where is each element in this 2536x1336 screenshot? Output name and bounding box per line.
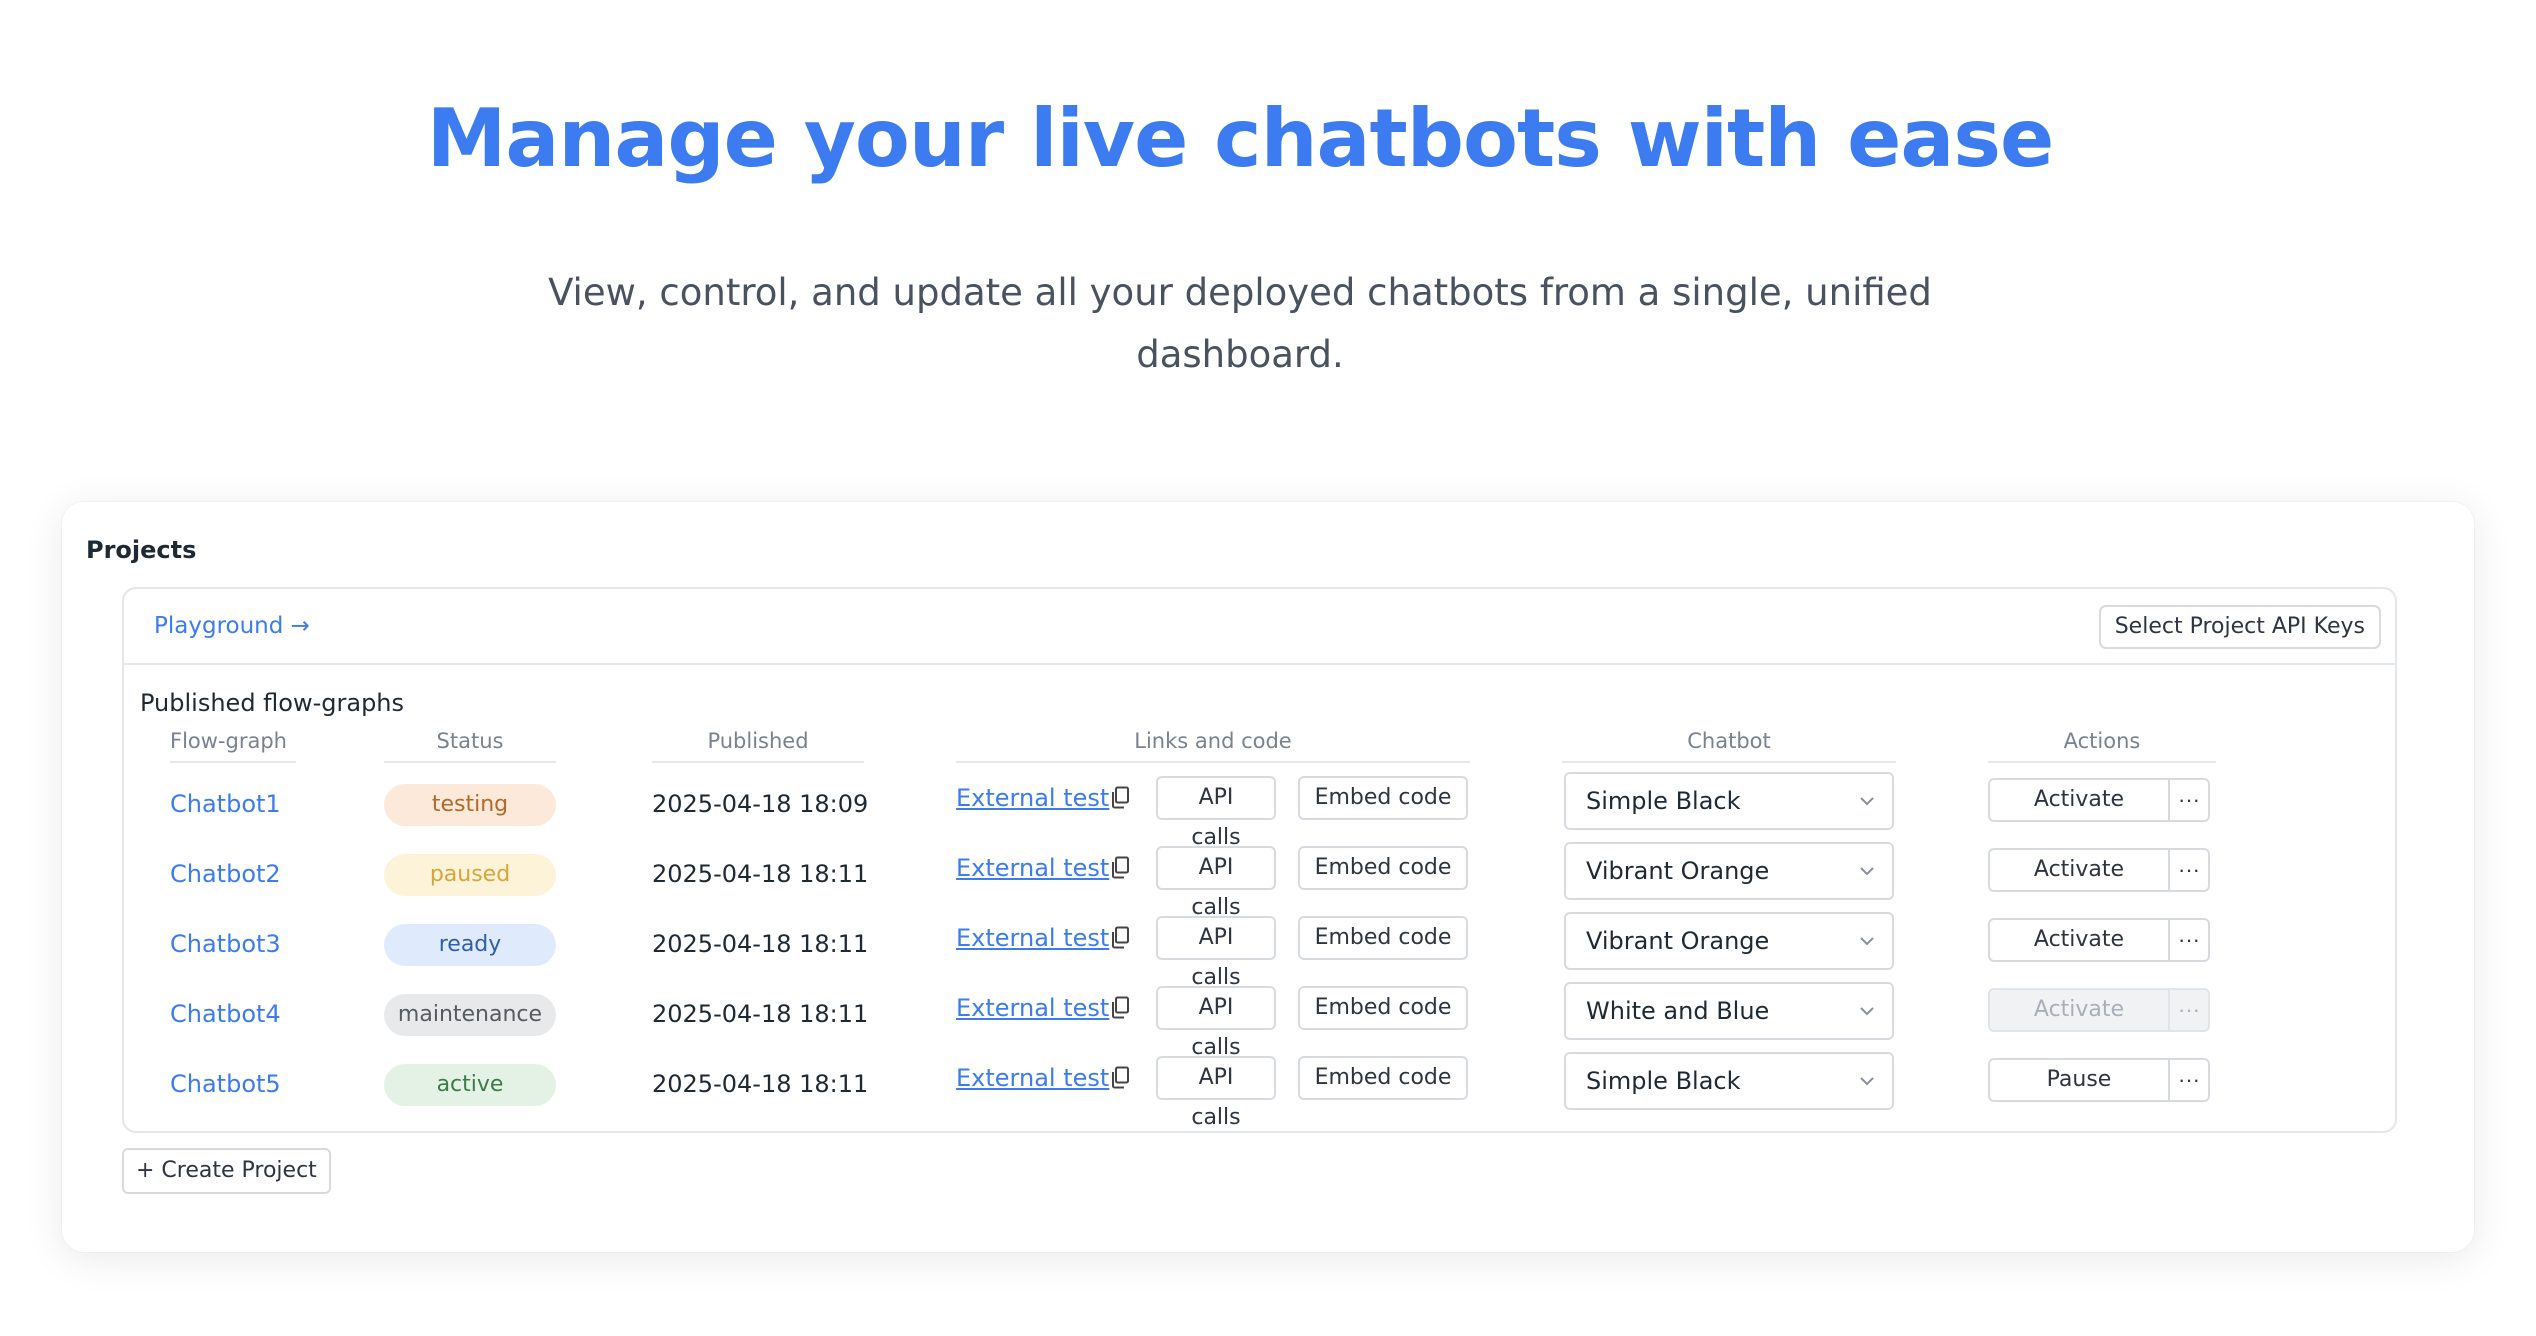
table-row: Chatbot4 maintenance 2025-04-18 18:11 Ex…: [124, 982, 2395, 1060]
published-date: 2025-04-18 18:11: [652, 930, 869, 958]
column-header-flow-graph: Flow-graph: [170, 729, 296, 763]
api-calls-button[interactable]: API calls: [1156, 1056, 1276, 1130]
copy-icon[interactable]: [1110, 1066, 1132, 1090]
select-api-keys-button[interactable]: Select Project API Keys: [2098, 605, 2381, 649]
more-icon[interactable]: ···: [2168, 778, 2210, 822]
published-date: 2025-04-18 18:11: [652, 860, 869, 888]
projects-label: Projects: [86, 536, 197, 564]
flow-graph-link[interactable]: Chatbot4: [170, 1000, 281, 1028]
status-badge: paused: [384, 854, 556, 896]
column-header-actions: Actions: [1988, 729, 2216, 763]
action-button[interactable]: Activate: [1988, 848, 2170, 892]
chevron-down-icon: [1860, 1077, 1874, 1086]
table-row: Chatbot5 active 2025-04-18 18:11 Externa…: [124, 1052, 2395, 1130]
api-calls-button[interactable]: API calls: [1156, 916, 1276, 990]
external-test-link[interactable]: External test: [956, 994, 1109, 1022]
playground-link[interactable]: Playground →: [154, 613, 310, 639]
create-project-button[interactable]: + Create Project: [122, 1148, 331, 1194]
more-icon[interactable]: ···: [2168, 918, 2210, 962]
chevron-down-icon: [1860, 867, 1874, 876]
external-test-link[interactable]: External test: [956, 784, 1109, 812]
hero-title: Manage your live chatbots with ease: [426, 92, 2054, 185]
external-test-link[interactable]: External test: [956, 854, 1109, 882]
copy-icon[interactable]: [1110, 996, 1132, 1020]
chatbot-style-select[interactable]: Simple Black: [1564, 1052, 1894, 1110]
more-icon[interactable]: ···: [2168, 1058, 2210, 1102]
column-header-links: Links and code: [956, 729, 1470, 763]
embed-code-button[interactable]: Embed code: [1298, 776, 1468, 820]
chatbot-style-value: White and Blue: [1586, 997, 1770, 1025]
published-date: 2025-04-18 18:11: [652, 1070, 869, 1098]
flow-graph-link[interactable]: Chatbot5: [170, 1070, 281, 1098]
chevron-down-icon: [1860, 1007, 1874, 1016]
more-icon[interactable]: ···: [2168, 848, 2210, 892]
chatbot-style-value: Simple Black: [1586, 787, 1741, 815]
column-header-chatbot: Chatbot: [1562, 729, 1896, 763]
action-button[interactable]: Activate: [1988, 778, 2170, 822]
action-button[interactable]: Pause: [1988, 1058, 2170, 1102]
chatbot-style-value: Simple Black: [1586, 1067, 1741, 1095]
chevron-down-icon: [1860, 797, 1874, 806]
copy-icon[interactable]: [1110, 926, 1132, 950]
external-test-link[interactable]: External test: [956, 924, 1109, 952]
chatbot-style-select[interactable]: Vibrant Orange: [1564, 842, 1894, 900]
column-header-published: Published: [652, 729, 864, 763]
status-badge: maintenance: [384, 994, 556, 1036]
embed-code-button[interactable]: Embed code: [1298, 1056, 1468, 1100]
published-date: 2025-04-18 18:09: [652, 790, 869, 818]
chatbot-style-value: Vibrant Orange: [1586, 927, 1770, 955]
copy-icon[interactable]: [1110, 856, 1132, 880]
more-icon[interactable]: ···: [2168, 988, 2210, 1032]
flow-graph-link[interactable]: Chatbot3: [170, 930, 281, 958]
panel-header: Playground → Select Project API Keys: [124, 589, 2395, 665]
published-date: 2025-04-18 18:11: [652, 1000, 869, 1028]
hero-subtitle: View, control, and update all your deplo…: [548, 271, 1932, 376]
embed-code-button[interactable]: Embed code: [1298, 916, 1468, 960]
status-badge: ready: [384, 924, 556, 966]
column-header-status: Status: [384, 729, 556, 763]
api-calls-button[interactable]: API calls: [1156, 986, 1276, 1060]
chatbot-style-value: Vibrant Orange: [1586, 857, 1770, 885]
status-badge: active: [384, 1064, 556, 1106]
api-calls-button[interactable]: API calls: [1156, 776, 1276, 850]
api-calls-button[interactable]: API calls: [1156, 846, 1276, 920]
chatbot-style-select[interactable]: White and Blue: [1564, 982, 1894, 1040]
copy-icon[interactable]: [1110, 786, 1132, 810]
flow-graph-link[interactable]: Chatbot1: [170, 790, 281, 818]
embed-code-button[interactable]: Embed code: [1298, 986, 1468, 1030]
table-row: Chatbot2 paused 2025-04-18 18:11 Externa…: [124, 842, 2395, 920]
chatbot-style-select[interactable]: Vibrant Orange: [1564, 912, 1894, 970]
status-badge: testing: [384, 784, 556, 826]
chatbot-style-select[interactable]: Simple Black: [1564, 772, 1894, 830]
action-button[interactable]: Activate: [1988, 988, 2170, 1032]
flow-graph-link[interactable]: Chatbot2: [170, 860, 281, 888]
table-row: Chatbot3 ready 2025-04-18 18:11 External…: [124, 912, 2395, 990]
embed-code-button[interactable]: Embed code: [1298, 846, 1468, 890]
published-flow-graphs-title: Published flow-graphs: [140, 689, 405, 717]
external-test-link[interactable]: External test: [956, 1064, 1109, 1092]
project-panel: Playground → Select Project API Keys Pub…: [122, 587, 2397, 1133]
action-button[interactable]: Activate: [1988, 918, 2170, 962]
chevron-down-icon: [1860, 937, 1874, 946]
table-row: Chatbot1 testing 2025-04-18 18:09 Extern…: [124, 772, 2395, 850]
